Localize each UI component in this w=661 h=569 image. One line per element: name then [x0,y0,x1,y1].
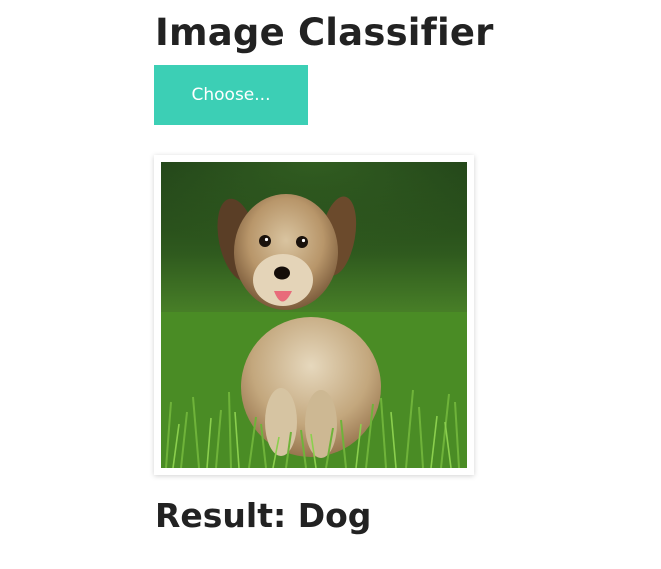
result-label: Dog [297,496,372,535]
page-title: Image Classifier [155,11,494,54]
choose-file-button[interactable]: Choose... [154,65,308,125]
image-preview [154,155,474,475]
result-text: Result: Dog [155,495,371,537]
result-prefix: Result: [155,496,287,535]
dog-photo [161,162,467,468]
